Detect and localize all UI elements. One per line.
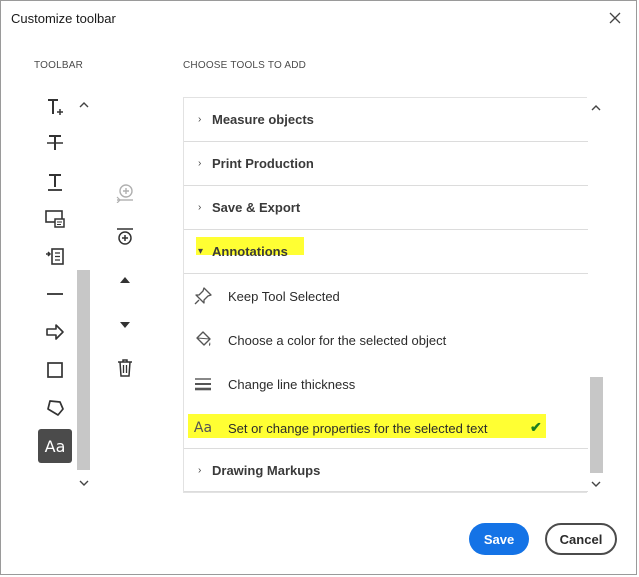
toolbar-item-polygon[interactable] [38,391,72,425]
toolbar-scroll-down[interactable] [76,476,91,490]
tool-label: Set or change properties for the selecte… [228,420,488,436]
underline-icon [48,174,62,191]
tools-panel: › Measure objects › Print Production › S… [183,97,588,493]
insert-text-icon [46,248,64,265]
category-label: Drawing Markups [212,462,321,478]
add-separator-button[interactable] [112,223,138,249]
toolbar-item-line[interactable] [38,277,72,311]
pin-icon [192,285,214,307]
dialog-title: Customize toolbar [11,11,116,26]
tools-scroll-up[interactable] [588,101,604,115]
chevron-down-icon: ▾ [198,246,204,257]
chevron-right-icon: › [198,114,202,125]
toolbar-item-arrow[interactable] [38,315,72,349]
move-up-button[interactable] [112,267,138,293]
delete-button[interactable] [112,355,138,381]
chevron-down-icon [79,480,88,486]
toolbar-item-add-text[interactable] [38,90,72,124]
tool-keep-tool-selected[interactable]: Keep Tool Selected [184,274,588,318]
close-button[interactable] [604,7,626,29]
move-down-button[interactable] [112,311,138,337]
toolbar-item-rectangle[interactable] [38,353,72,387]
chevron-right-icon: › [198,202,202,213]
tool-line-thickness[interactable]: Change line thickness [184,362,588,406]
cancel-button[interactable]: Cancel [545,523,617,555]
strikethrough-icon [47,135,63,150]
tool-label: Keep Tool Selected [228,288,340,304]
close-icon [609,12,621,24]
chevron-down-icon [591,481,601,487]
tool-choose-color[interactable]: Choose a color for the selected object [184,318,588,362]
title-bar: Customize toolbar [1,1,636,35]
chevron-up-icon [591,105,601,111]
toolbar-scroll-up[interactable] [76,98,91,112]
category-label: Print Production [212,156,314,171]
toolbar-item-insert-text[interactable] [38,240,72,274]
add-tool-button[interactable] [112,179,138,205]
add-text-icon [48,99,63,115]
add-tool-icon [116,184,133,203]
toolbar-item-text-callout[interactable] [38,202,72,236]
customize-toolbar-dialog: Customize toolbar TOOLBAR CHOOSE TOOLS T… [0,0,637,575]
save-button[interactable]: Save [469,523,529,555]
move-up-icon [120,277,130,283]
polygon-icon [47,400,64,416]
category-label: Save & Export [212,200,301,215]
toolbar-item-underline[interactable] [38,165,72,199]
choose-tools-section-label: CHOOSE TOOLS TO ADD [183,60,307,71]
category-measure-objects[interactable]: › Measure objects [184,98,588,142]
tool-label: Choose a color for the selected object [228,332,447,348]
tool-text-properties[interactable]: Aa Set or change properties for the sele… [184,406,588,450]
chevron-right-icon: › [198,464,202,476]
tools-scroll-down[interactable] [588,477,604,491]
category-drawing-markups[interactable]: › Drawing Markups [184,448,588,492]
category-save-export[interactable]: › Save & Export [184,186,588,230]
line-thickness-icon [192,373,214,395]
text-callout-icon [45,210,65,228]
delete-icon [118,359,132,377]
toolbar-item-text-properties[interactable]: Aa [38,429,72,463]
add-separator-icon [117,228,133,245]
category-annotations[interactable]: ▾ Annotations [184,230,588,274]
category-print-production[interactable]: › Print Production [184,142,588,186]
text-properties-icon: Aa [193,420,213,436]
rectangle-icon [47,362,63,378]
toolbar-scroll-thumb[interactable] [77,270,90,470]
paint-bucket-icon [192,329,214,351]
move-down-icon [120,322,130,328]
chevron-up-icon [79,102,88,108]
tools-scrollbar[interactable] [588,97,604,493]
tools-scroll-thumb[interactable] [590,377,603,473]
checkmark-icon: ✔ [530,419,542,435]
text-properties-icon: Aa [44,436,66,456]
toolbar-section-label: TOOLBAR [34,60,84,71]
toolbar-scrollbar[interactable] [76,94,91,492]
category-label: Annotations [212,244,288,259]
chevron-right-icon: › [198,158,202,169]
line-icon [47,293,63,295]
arrow-icon [46,324,64,340]
category-label: Measure objects [212,112,314,127]
tool-label: Change line thickness [228,376,356,392]
toolbar-item-strikethrough[interactable] [38,126,72,160]
